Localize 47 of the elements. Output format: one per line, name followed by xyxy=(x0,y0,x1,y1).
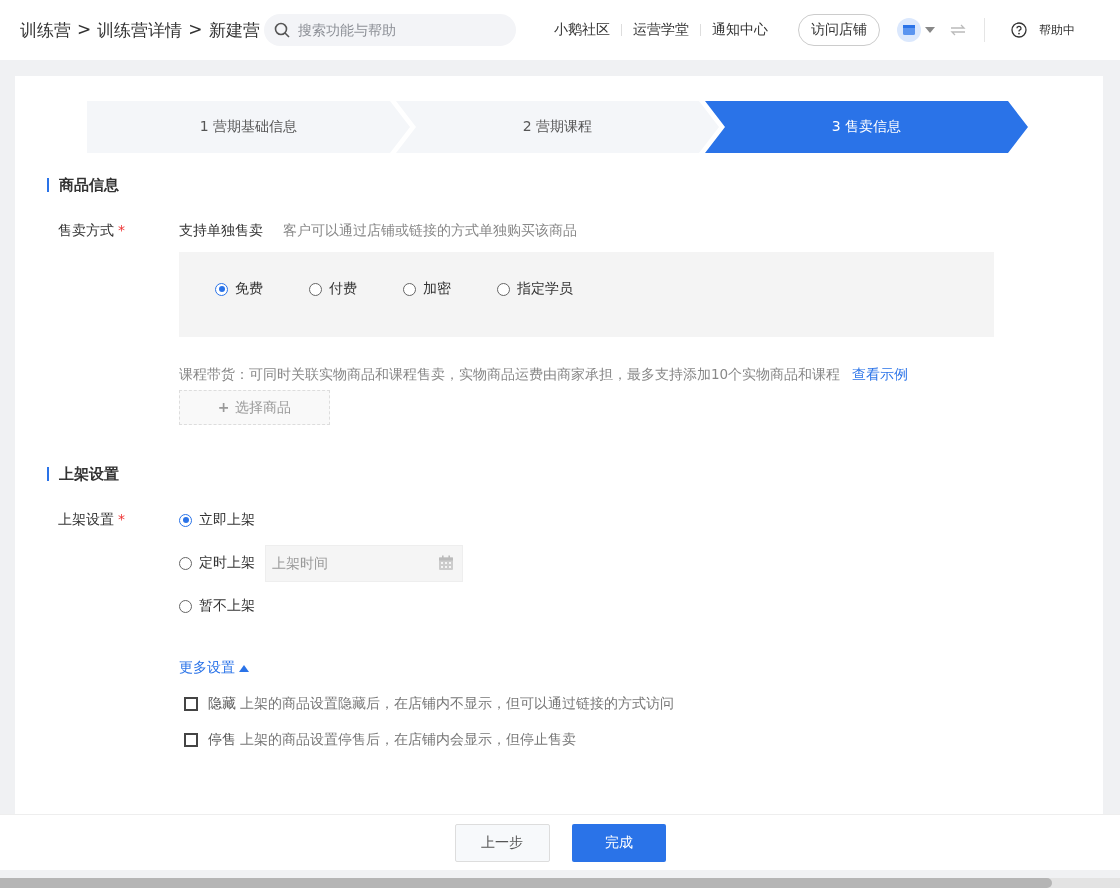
radio-option[interactable]: 立即上架 xyxy=(179,511,255,529)
header-link[interactable]: 小鹅社区 xyxy=(553,21,610,39)
view-example-link[interactable]: 查看示例 xyxy=(852,366,909,384)
search-icon xyxy=(273,22,290,38)
checkbox[interactable] xyxy=(184,697,198,711)
field-label: 售卖方式 xyxy=(58,222,114,238)
visit-store-button[interactable]: 访问店铺 xyxy=(797,14,880,46)
bundle-note: 课程带货：可同时关联实物商品和课程售卖，实物商品运费由商家承担，最多支持添加10个实物商品和课程 xyxy=(179,366,841,384)
breadcrumb-item[interactable]: 训练营详情 xyxy=(97,18,183,42)
search-field[interactable]: 搜索功能与帮助 xyxy=(263,14,516,46)
caret-icon xyxy=(239,664,249,672)
sale-mode-description: 客户可以通过店铺或链接的方式单独购买该商品 xyxy=(283,222,577,240)
breadcrumb-separator: > xyxy=(188,18,203,41)
breadcrumb-separator: > xyxy=(77,18,92,41)
checkbox-description: 上架的商品设置停售后，在店铺内会显示，但停止售卖 xyxy=(240,731,576,749)
checkbox-label: 停售 xyxy=(208,731,236,749)
required-mark: * xyxy=(118,222,125,238)
scrollbar-thumb[interactable] xyxy=(0,878,1052,888)
sale-mode-title: 支持单独售卖 xyxy=(179,222,263,240)
store-icon[interactable] xyxy=(896,18,921,42)
header-link[interactable]: 通知中心 xyxy=(711,21,768,39)
help-center-link[interactable]: 帮助中 xyxy=(1038,21,1075,39)
help-icon[interactable] xyxy=(1010,22,1027,38)
previous-step-button[interactable]: 上一步 xyxy=(454,823,550,862)
breadcrumb-item[interactable]: 新建营 xyxy=(208,18,260,42)
step-tab[interactable]: 1 营期基础信息 xyxy=(87,101,410,153)
radio-option[interactable]: 暂不上架 xyxy=(179,597,255,615)
required-mark: * xyxy=(118,511,125,527)
radio-option[interactable]: 免费 xyxy=(215,280,263,298)
checkbox-description: 上架的商品设置隐藏后，在店铺内不显示，但可以通过链接的方式访问 xyxy=(240,695,674,713)
breadcrumb-item[interactable]: 训练营 xyxy=(20,18,71,42)
radio-option[interactable]: 加密 xyxy=(403,280,451,298)
radio-option[interactable]: 付费 xyxy=(309,280,357,298)
step-tab[interactable]: 2 营期课程 xyxy=(396,101,719,153)
checkbox-label: 隐藏 xyxy=(208,695,236,713)
header-link[interactable]: 运营学堂 xyxy=(632,21,689,39)
date-field[interactable]: 上架时间 xyxy=(265,544,463,582)
finish-button[interactable]: 完成 xyxy=(571,823,666,862)
radio-option[interactable]: 指定学员 xyxy=(497,280,573,298)
section-title: 上架设置 xyxy=(47,467,1103,481)
field-label: 上架设置 xyxy=(58,511,114,527)
step-tab[interactable]: 3 售卖信息 xyxy=(705,101,1028,153)
section-title: 商品信息 xyxy=(47,178,1103,192)
radio-option[interactable]: 定时上架 xyxy=(179,554,255,572)
caret-icon[interactable] xyxy=(924,27,935,33)
checkbox[interactable] xyxy=(184,733,198,747)
more-settings-link[interactable]: 更多设置 xyxy=(179,659,249,677)
